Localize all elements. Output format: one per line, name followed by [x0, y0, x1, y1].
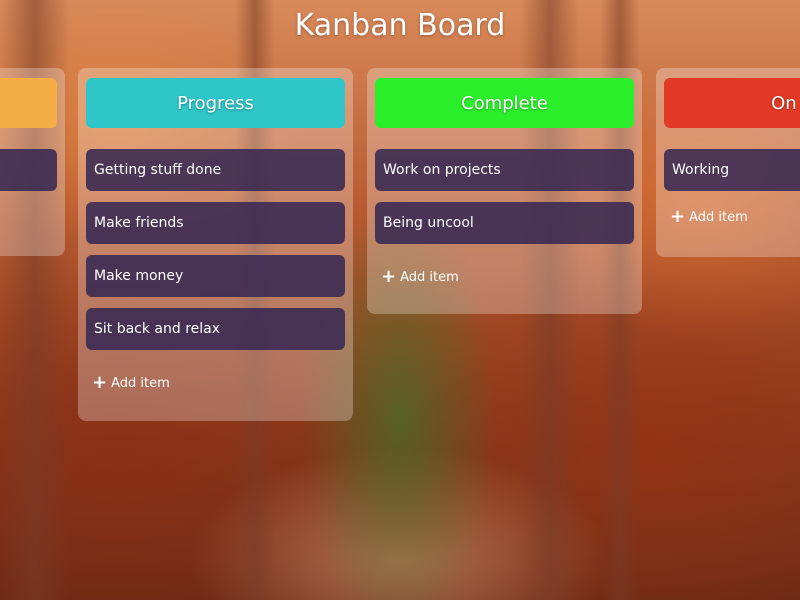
board-background: Kanban Board Progress Getting stuff done… [0, 0, 800, 600]
card-item[interactable]: Sit back and relax [86, 308, 345, 350]
plus-icon: + [381, 266, 397, 287]
plus-icon: + [92, 372, 108, 393]
add-item-button[interactable]: + Add item [86, 368, 345, 398]
add-item-button[interactable]: + Add item [375, 262, 634, 292]
card-item[interactable] [0, 149, 57, 191]
column-complete: Complete Work on projects Being uncool +… [367, 68, 642, 314]
column-on-hold: On H Working + Add item [656, 68, 800, 257]
add-item-button[interactable]: + Add item [664, 202, 800, 232]
card-item[interactable]: Make money [86, 255, 345, 297]
column-todo [0, 68, 65, 256]
card-item[interactable]: Work on projects [375, 149, 634, 191]
card-item[interactable]: Getting stuff done [86, 149, 345, 191]
column-progress: Progress Getting stuff done Make friends… [78, 68, 353, 421]
card-item[interactable]: Make friends [86, 202, 345, 244]
column-header[interactable] [0, 78, 57, 128]
board-title: Kanban Board [294, 8, 506, 43]
add-item-label: Add item [689, 209, 748, 225]
card-item[interactable]: Being uncool [375, 202, 634, 244]
column-header-complete[interactable]: Complete [375, 78, 634, 128]
column-header-on-hold[interactable]: On H [664, 78, 800, 128]
card-item[interactable]: Working [664, 149, 800, 191]
column-header-progress[interactable]: Progress [86, 78, 345, 128]
plus-icon: + [670, 206, 686, 227]
add-item-label: Add item [111, 375, 170, 391]
add-item-label: Add item [400, 269, 459, 285]
